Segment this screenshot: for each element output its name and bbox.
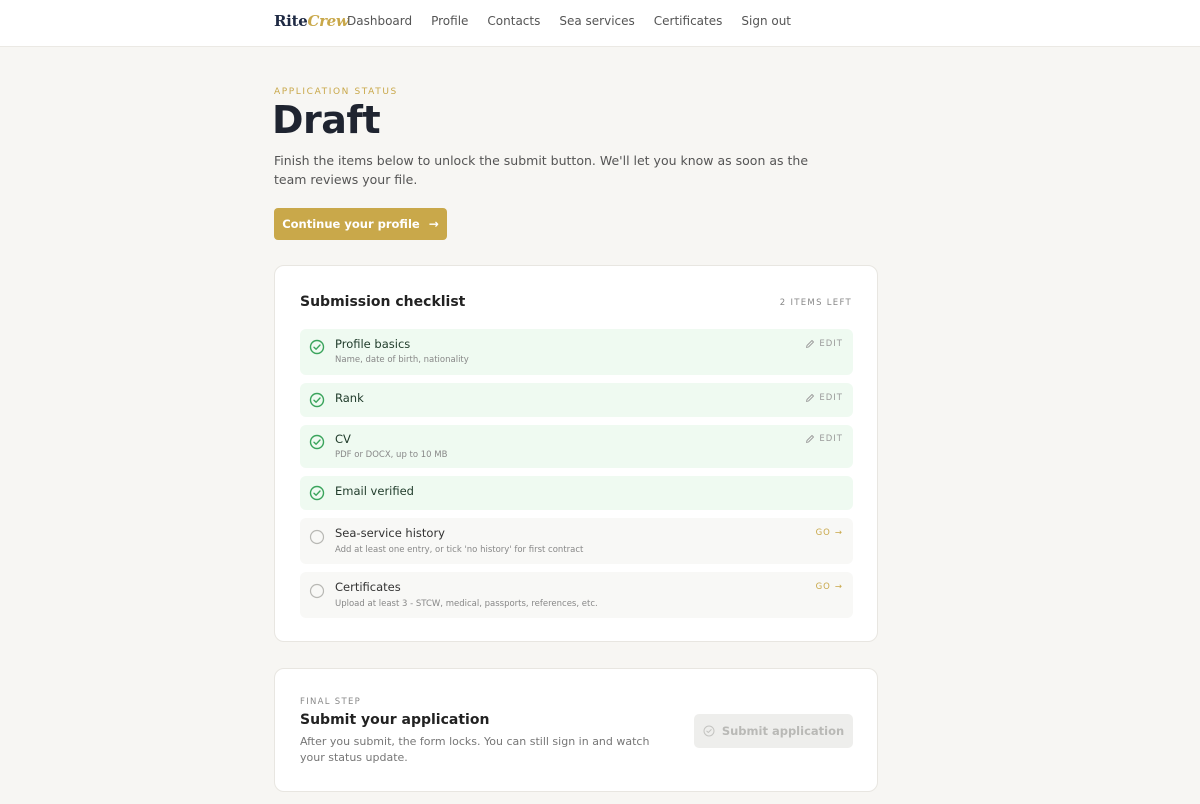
- check-circle-icon: [309, 339, 325, 355]
- pencil-icon: [806, 394, 815, 402]
- top-navigation-bar: RiteCrew Dashboard Profile Contacts Sea …: [0, 0, 1200, 47]
- checklist-item-title: Rank: [335, 391, 364, 405]
- submit-application-card: FINAL STEP Submit your application After…: [274, 668, 878, 792]
- checklist-item-cv[interactable]: CV PDF or DOCX, up to 10 MB EDIT: [300, 425, 853, 468]
- nav-dashboard[interactable]: Dashboard: [347, 14, 412, 28]
- nav-contacts[interactable]: Contacts: [487, 14, 540, 28]
- checklist-item-rank[interactable]: Rank EDIT: [300, 383, 853, 417]
- checklist-item-certificates[interactable]: Certificates Upload at least 3 - STCW, m…: [300, 572, 853, 618]
- submit-title: Submit your application: [300, 712, 490, 728]
- nav-certificates[interactable]: Certificates: [654, 14, 723, 28]
- submit-application-label: Submit application: [721, 724, 845, 738]
- checklist-item-profile-basics[interactable]: Profile basics Name, date of birth, nati…: [300, 329, 853, 375]
- logo-text-rite: Rite: [274, 12, 308, 30]
- checklist-item-title: Email verified: [335, 484, 414, 498]
- check-circle-icon: [309, 434, 325, 450]
- go-link[interactable]: GO →: [816, 582, 843, 592]
- arrow-right-icon: →: [834, 528, 843, 538]
- edit-link[interactable]: EDIT: [805, 339, 843, 349]
- check-circle-icon: [703, 725, 715, 737]
- items-left-count: 2 ITEMS LEFT: [779, 298, 852, 308]
- arrow-right-icon: →: [428, 217, 439, 231]
- submission-checklist-card: Submission checklist 2 ITEMS LEFT Profil…: [274, 265, 878, 642]
- checklist-item-subtitle: Name, date of birth, nationality: [335, 355, 469, 365]
- edit-link[interactable]: EDIT: [805, 393, 843, 403]
- pencil-icon: [806, 435, 815, 443]
- nav-profile[interactable]: Profile: [431, 14, 468, 28]
- empty-circle-icon: [309, 583, 325, 599]
- checklist-item-title: CV: [335, 432, 351, 446]
- checklist-item-title: Profile basics: [335, 337, 411, 351]
- checklist-item-title: Certificates: [335, 580, 401, 594]
- nav-sea-services[interactable]: Sea services: [559, 14, 634, 28]
- go-label: GO: [815, 582, 831, 592]
- checklist-item-subtitle: PDF or DOCX, up to 10 MB: [335, 450, 448, 460]
- checklist-item-subtitle: Add at least one entry, or tick 'no hist…: [335, 545, 584, 555]
- edit-link[interactable]: EDIT: [805, 434, 843, 444]
- go-label: GO: [815, 528, 831, 538]
- main-nav: Dashboard Profile Contacts Sea services …: [347, 14, 791, 28]
- final-step-eyebrow: FINAL STEP: [300, 697, 362, 707]
- edit-label: EDIT: [819, 434, 843, 444]
- pencil-icon: [806, 340, 815, 348]
- continue-profile-label: Continue your profile: [282, 217, 420, 231]
- edit-label: EDIT: [819, 393, 843, 403]
- logo-text-crew: Crew: [307, 12, 349, 30]
- checklist-title: Submission checklist: [300, 294, 466, 310]
- nav-sign-out[interactable]: Sign out: [741, 14, 791, 28]
- ritecrew-logo[interactable]: RiteCrew: [274, 12, 349, 30]
- submit-application-button[interactable]: Submit application: [694, 714, 853, 748]
- go-link[interactable]: GO →: [816, 528, 843, 538]
- edit-label: EDIT: [819, 339, 843, 349]
- submit-description: After you submit, the form locks. You ca…: [300, 735, 650, 764]
- checklist-item-sea-service-history[interactable]: Sea-service history Add at least one ent…: [300, 518, 853, 564]
- checklist-item-title: Sea-service history: [335, 526, 445, 540]
- checklist-item-subtitle: Upload at least 3 - STCW, medical, passp…: [335, 599, 598, 609]
- empty-circle-icon: [309, 529, 325, 545]
- application-status-eyebrow: APPLICATION STATUS: [274, 87, 398, 97]
- continue-profile-button[interactable]: Continue your profile →: [274, 208, 447, 240]
- check-circle-icon: [309, 392, 325, 408]
- check-circle-icon: [309, 485, 325, 501]
- status-intro-text: Finish the items below to unlock the sub…: [274, 153, 809, 187]
- checklist-item-email-verified: Email verified: [300, 476, 853, 510]
- status-title: Draft: [272, 98, 381, 142]
- arrow-right-icon: →: [834, 582, 843, 592]
